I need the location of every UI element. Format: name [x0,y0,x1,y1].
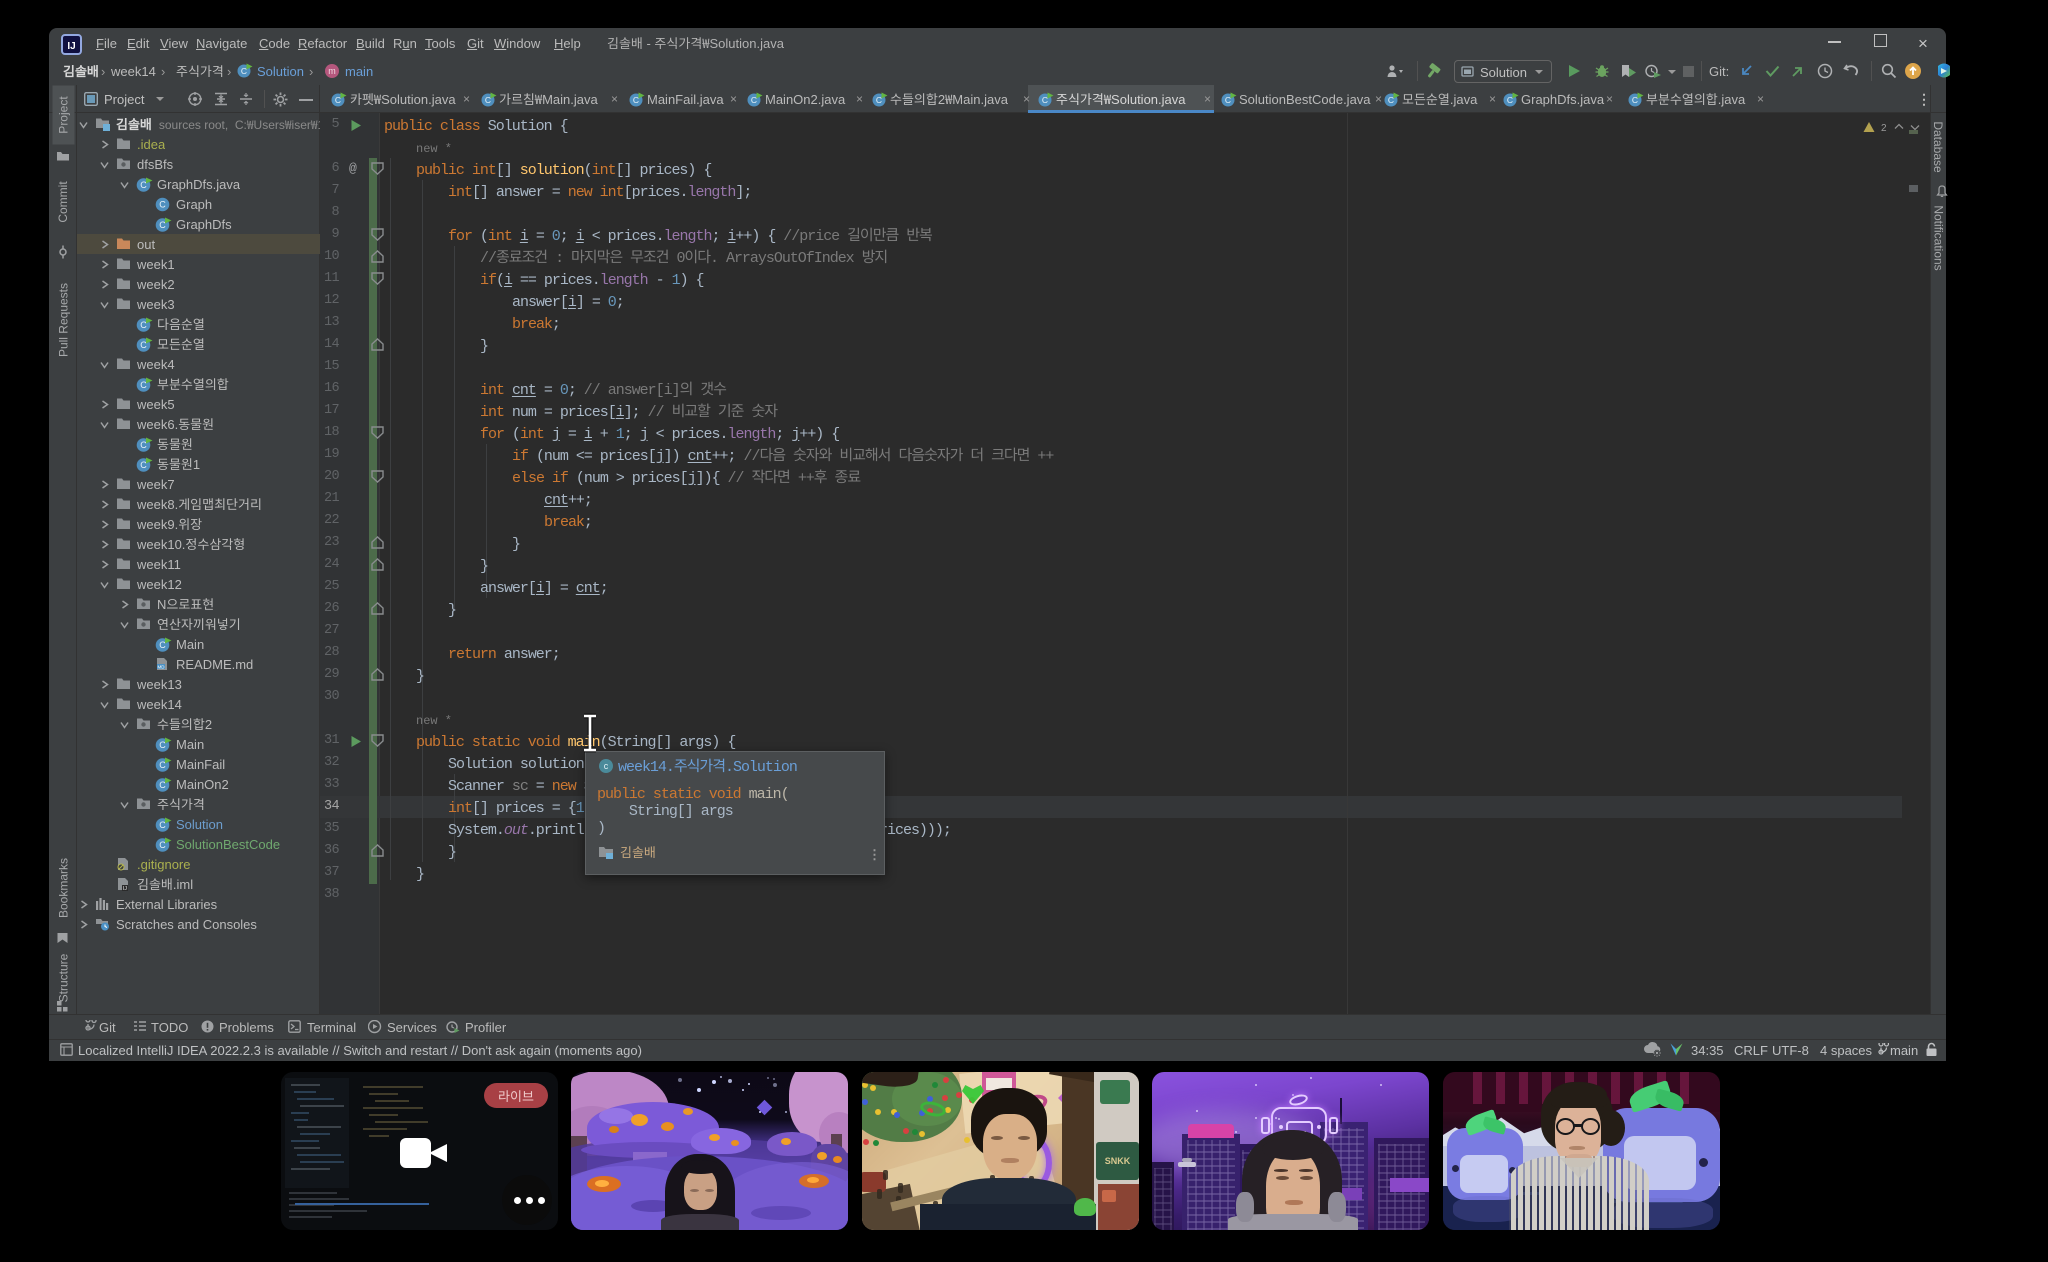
svg-text:C: C [1507,95,1513,105]
svg-text:C: C [159,200,166,210]
svg-text:C: C [1042,95,1048,105]
svg-text:C: C [751,95,757,105]
svg-text:C: C [1632,95,1638,105]
svg-text:C: C [241,66,247,76]
svg-text:IJ: IJ [123,886,127,891]
svg-text:2: 2 [1881,123,1887,134]
svg-text:C: C [876,95,882,105]
svg-text:C: C [485,95,491,105]
svg-text:C: C [1388,95,1394,105]
svg-text:MD: MD [158,664,166,669]
svg-text:C: C [1225,95,1231,105]
svg-text:C: C [633,95,639,105]
svg-text:C: C [335,95,341,105]
